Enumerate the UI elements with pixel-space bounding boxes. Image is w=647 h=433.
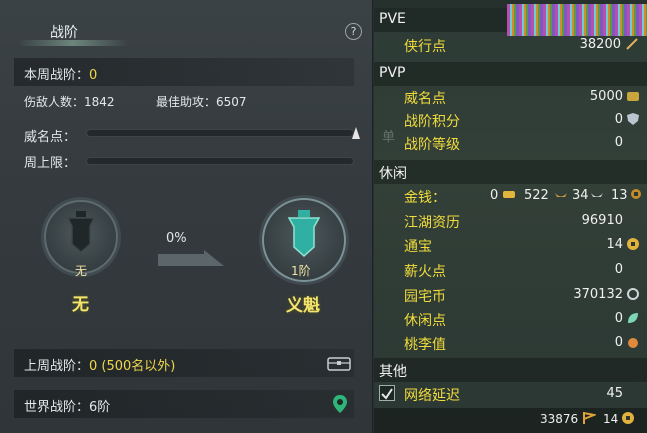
coin-ingot-icon	[591, 193, 603, 197]
weekly-rank-label: 本周战阶：	[24, 68, 90, 83]
prestige-label: 威名点：	[24, 130, 77, 145]
gold-ingot-icon	[503, 191, 515, 198]
footer-coin-icon	[622, 412, 634, 424]
section-pve-title: PVE	[379, 11, 406, 27]
world-rank-value: 6阶	[89, 400, 111, 415]
battle-rank-panel: 战阶 ? 本周战阶：0 伤敌人数：1842 最佳助攻：6507 威名点： 周上限…	[0, 0, 373, 433]
weiming-value: 5000	[589, 89, 623, 104]
section-pvp: PVP	[374, 62, 647, 86]
assist-value: 6507	[216, 95, 247, 109]
jianghu-value: 96910	[581, 213, 623, 228]
next-badge-label: 1阶	[291, 264, 311, 278]
xiaxing-label: 侠行点	[404, 39, 446, 55]
zhanjie-jifen-value: 0	[614, 112, 623, 127]
money-label: 金钱：	[404, 190, 446, 206]
sword-icon	[626, 38, 638, 50]
garden-coin-icon	[627, 288, 639, 300]
footer-value-1: 33876	[540, 412, 579, 426]
taoli-value: 0	[614, 335, 623, 350]
tongbao-value: 14	[606, 237, 623, 252]
current-badge-label: 无	[75, 264, 88, 278]
section-leisure-title: 休闲	[379, 166, 407, 182]
kills-value: 1842	[84, 95, 115, 109]
money-v2: 522	[524, 188, 549, 203]
cap-bar	[86, 157, 354, 165]
bag-icon	[627, 92, 639, 101]
silver-ingot-icon	[555, 193, 567, 197]
weiming-label: 威名点	[404, 91, 446, 107]
weekly-rank-value: 0	[89, 68, 98, 83]
checkmark-icon	[381, 388, 393, 400]
panel-title: 战阶	[50, 25, 78, 41]
xinhuo-label: 薪火点	[404, 264, 446, 280]
help-icon[interactable]: ?	[345, 23, 362, 40]
zhanjie-dengji-value: 0	[614, 135, 623, 150]
progress-percent: 0%	[166, 231, 187, 246]
section-pve: PVE	[374, 8, 507, 32]
last-week-value: 0 (500名以外)	[89, 359, 176, 374]
money-v3: 34	[572, 188, 589, 203]
xinhuo-value: 0	[614, 262, 623, 277]
jianghu-label: 江湖资历	[404, 215, 460, 231]
currency-panel: 单 PVE 侠行点 38200 PVP 威名点 5000 战阶积分 0 战阶等级…	[374, 0, 647, 433]
assist-stat: 最佳助攻：6507	[156, 93, 247, 110]
assist-label: 最佳助攻：	[156, 95, 217, 109]
current-rank-name: 无	[72, 295, 89, 315]
money-v4: 13	[611, 188, 628, 203]
xiuxian-value: 0	[614, 311, 623, 326]
weekly-rank: 本周战阶：0	[24, 64, 97, 83]
tongbao-coin-icon	[627, 238, 639, 250]
taoli-label: 桃李值	[404, 337, 446, 353]
peach-icon	[628, 338, 638, 348]
section-other-title: 其他	[379, 364, 407, 380]
ghost-text: 单	[382, 130, 396, 145]
xiuxian-label: 休闲点	[404, 313, 446, 329]
kills-stat: 伤敌人数：1842	[24, 93, 115, 110]
footer-value-2: 14	[603, 412, 619, 426]
prestige-cap-marker-icon	[352, 127, 360, 139]
last-week-label: 上周战阶：	[24, 359, 90, 374]
copper-coin-icon	[631, 189, 641, 199]
kills-label: 伤敌人数：	[24, 95, 85, 109]
chest-icon[interactable]	[327, 355, 351, 371]
latency-checkbox[interactable]	[379, 385, 395, 401]
world-rank-label: 世界战阶：	[24, 400, 90, 415]
flag-icon	[583, 412, 596, 424]
leaf-icon	[628, 313, 638, 323]
latency-value: 45	[606, 386, 623, 401]
latency-label: 网络延迟	[404, 388, 460, 404]
prestige-bar	[86, 129, 354, 137]
arrow-right-icon	[158, 250, 224, 266]
world-rank: 世界战阶：6阶	[24, 396, 110, 415]
zhanjie-jifen-label: 战阶积分	[404, 114, 460, 130]
title-decoration	[18, 40, 128, 46]
money-v1: 0	[490, 188, 499, 203]
tongbao-label: 通宝	[404, 239, 432, 255]
last-week-rank: 上周战阶：0 (500名以外)	[24, 355, 175, 374]
section-pvp-title: PVP	[379, 65, 406, 81]
cap-label: 周上限：	[24, 156, 77, 171]
section-leisure: 休闲	[374, 160, 647, 184]
shield-icon	[627, 113, 639, 125]
location-pin-icon[interactable]	[332, 394, 348, 414]
yuanzhai-label: 园宅币	[404, 289, 446, 305]
xiaxing-value: 38200	[579, 37, 621, 52]
next-rank-name: 义魁	[286, 296, 320, 316]
section-other: 其他	[374, 358, 647, 382]
colored-strip	[507, 4, 647, 36]
zhanjie-dengji-label: 战阶等级	[404, 137, 460, 153]
yuanzhai-value: 370132	[573, 287, 623, 302]
